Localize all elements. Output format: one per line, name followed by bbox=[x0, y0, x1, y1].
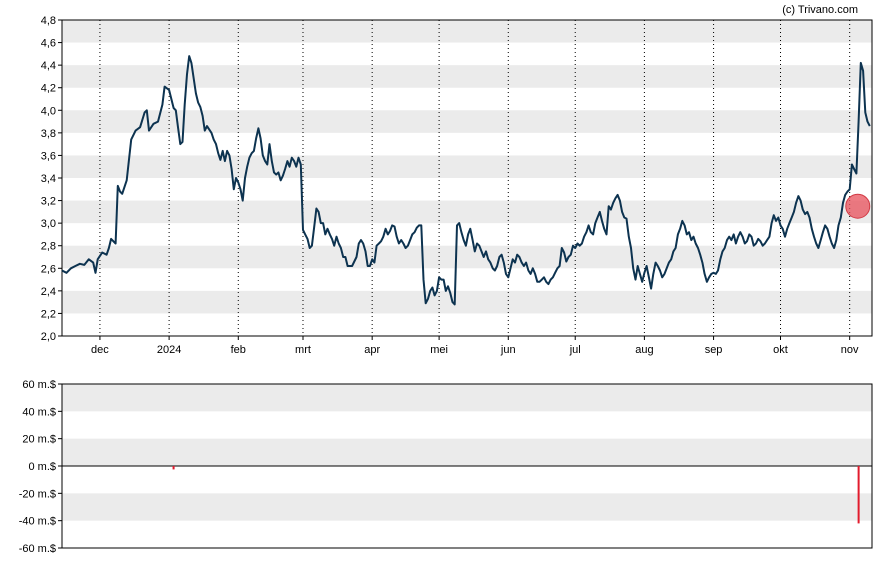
grid-band bbox=[62, 155, 872, 178]
x-tick-label: jun bbox=[500, 344, 516, 356]
y-tick-label: 3,2 bbox=[41, 196, 56, 208]
grid-band bbox=[62, 438, 872, 466]
volume-chart-panel: 60 m.$ 40 m.$ 20 m.$ 0 m.$ -20 m.$ -40 m.$ -60… bbox=[19, 379, 873, 555]
chart-canvas: (c) Trivano.com dec 2024 feb mrt apr mei jun ju… bbox=[19, 4, 873, 555]
y-tick-label: 4,6 bbox=[41, 38, 56, 50]
x-tick-label: sep bbox=[705, 344, 723, 356]
y-tick-label: 3,6 bbox=[41, 150, 56, 162]
grid-band bbox=[62, 290, 872, 314]
grid-band bbox=[62, 384, 872, 412]
y-tick-label: 2,0 bbox=[41, 331, 56, 343]
volume-bar bbox=[172, 466, 175, 470]
grid-band bbox=[62, 493, 872, 521]
y-tick-label: -20 m.$ bbox=[19, 488, 56, 500]
x-tick-label: okt bbox=[773, 344, 788, 356]
x-tick-label: mrt bbox=[295, 344, 311, 356]
volume-bar bbox=[857, 466, 860, 524]
y-tick-label: 4,8 bbox=[41, 15, 56, 27]
y-tick-label: 2,2 bbox=[41, 308, 56, 320]
y-tick-label: -60 m.$ bbox=[19, 543, 56, 555]
y-tick-label: 2,4 bbox=[41, 286, 56, 298]
x-tick-label: apr bbox=[364, 344, 380, 356]
x-tick-label: nov bbox=[841, 344, 859, 356]
last-price-marker bbox=[845, 193, 871, 219]
y-tick-label: 20 m.$ bbox=[22, 434, 56, 446]
x-tick-label: feb bbox=[231, 344, 246, 356]
x-tick-label: jul bbox=[569, 344, 581, 356]
y-tick-label: 60 m.$ bbox=[22, 379, 56, 391]
x-tick-label: dec bbox=[91, 344, 109, 356]
y-tick-label: 2,6 bbox=[41, 263, 56, 275]
y-tick-label: -40 m.$ bbox=[19, 516, 56, 528]
y-tick-label: 4,2 bbox=[41, 83, 56, 95]
y-tick-label: 4,0 bbox=[41, 105, 56, 117]
grid-band bbox=[62, 245, 872, 269]
grid-band bbox=[62, 65, 872, 88]
grid-band bbox=[62, 20, 872, 43]
y-tick-label: 3,8 bbox=[41, 128, 56, 140]
y-tick-label: 3,0 bbox=[41, 218, 56, 230]
y-tick-label: 40 m.$ bbox=[22, 406, 56, 418]
x-tick-label: aug bbox=[635, 344, 653, 356]
y-tick-label: 4,4 bbox=[41, 60, 56, 72]
x-tick-label: 2024 bbox=[157, 344, 181, 356]
y-tick-label: 2,8 bbox=[41, 241, 56, 253]
grid-band bbox=[62, 200, 872, 224]
price-chart-panel: dec 2024 feb mrt apr mei jun jul aug sep okt nov 2,0… bbox=[41, 15, 873, 356]
y-tick-label: 0 m.$ bbox=[28, 461, 56, 473]
x-tick-label: mei bbox=[430, 344, 448, 356]
y-tick-label: 3,4 bbox=[41, 173, 56, 185]
credit-text: (c) Trivano.com bbox=[782, 4, 858, 16]
